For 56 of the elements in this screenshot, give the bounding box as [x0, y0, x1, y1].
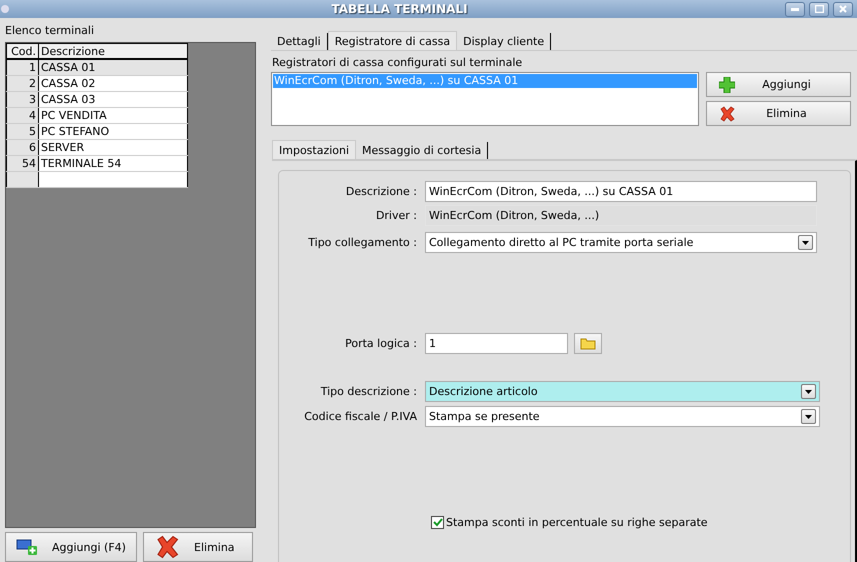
input-field: WinEcrCom (Ditron, Sweda, ...) — [425, 205, 817, 226]
tab[interactable]: Impostazioni — [272, 140, 356, 159]
table-cell: 4 — [6, 107, 38, 124]
field-label: Tipo descrizione : — [320, 385, 418, 398]
table-cell: 6 — [6, 139, 38, 156]
dropdown[interactable]: Descrizione articolo — [425, 381, 820, 402]
checkbox-label: Stampa sconti in percentuale su righe separate — [446, 516, 708, 529]
dropdown[interactable]: Collegamento diretto al PC tramite porta seriale — [425, 232, 817, 253]
field-label: Porta logica : — [344, 337, 418, 350]
table-cell[interactable]: TERMINALE 54 — [38, 155, 188, 172]
field-label: Codice fiscale / P.IVA — [303, 410, 418, 423]
input-field[interactable]: WinEcrCom (Ditron, Sweda, ...) su CASSA 01 — [425, 181, 817, 202]
tab[interactable]: Display cliente — [457, 33, 552, 50]
close-icon — [719, 106, 735, 122]
table-cell: 1 — [6, 59, 38, 76]
table-cell[interactable]: SERVER — [38, 139, 188, 156]
column-header[interactable]: Cod. — [6, 43, 38, 60]
delete-button[interactable]: Elimina — [706, 101, 851, 126]
field-label: Tipo collegamento : — [307, 236, 418, 249]
table-cell: 5 — [6, 123, 38, 140]
table-cell: 2 — [6, 75, 38, 92]
folder-icon — [580, 337, 596, 350]
window-title: TABELLA TERMINALI — [330, 2, 469, 16]
table-cell[interactable]: PC VENDITA — [38, 107, 188, 124]
dropdown-arrow-icon — [802, 240, 809, 244]
dropdown-arrow-icon — [805, 414, 812, 418]
minimize-icon — [791, 8, 799, 10]
checkbox[interactable] — [431, 516, 444, 529]
dropdown-arrow-icon — [805, 390, 812, 394]
add-button[interactable]: Aggiungi (F4) — [5, 532, 137, 562]
table-cell[interactable]: PC STEFANO — [38, 123, 188, 140]
close-icon — [839, 5, 847, 13]
group-label: Elenco terminali — [4, 24, 96, 39]
table-cell: 54 — [6, 155, 38, 172]
table-cell[interactable]: CASSA 02 — [38, 75, 188, 92]
app-icon — [0, 4, 10, 14]
table-cell: 3 — [6, 91, 38, 108]
table-cell[interactable]: CASSA 01 — [38, 59, 188, 76]
tab[interactable]: Registratore di cassa — [328, 31, 458, 50]
field-label: Driver : — [374, 209, 418, 222]
column-header[interactable]: Descrizione — [38, 43, 188, 60]
tab[interactable]: Messaggio di cortesia — [356, 142, 488, 159]
close-button[interactable] — [833, 2, 853, 16]
add-button[interactable]: Aggiungi — [706, 72, 851, 97]
delete-button[interactable]: Elimina — [143, 532, 253, 562]
monitor-plus-icon — [16, 538, 38, 556]
plus-icon — [719, 76, 735, 92]
maximize-button[interactable] — [809, 2, 829, 16]
browse-button[interactable] — [574, 333, 602, 354]
field-label: Descrizione : — [344, 185, 418, 198]
table-cell[interactable]: CASSA 03 — [38, 91, 188, 108]
maximize-icon — [814, 5, 824, 13]
list-label: Registratori di cassa configurati sul terminale — [271, 55, 524, 71]
dropdown[interactable]: Stampa se presente — [425, 406, 820, 427]
minimize-button[interactable] — [785, 2, 805, 16]
input-field[interactable]: 1 — [425, 333, 568, 354]
